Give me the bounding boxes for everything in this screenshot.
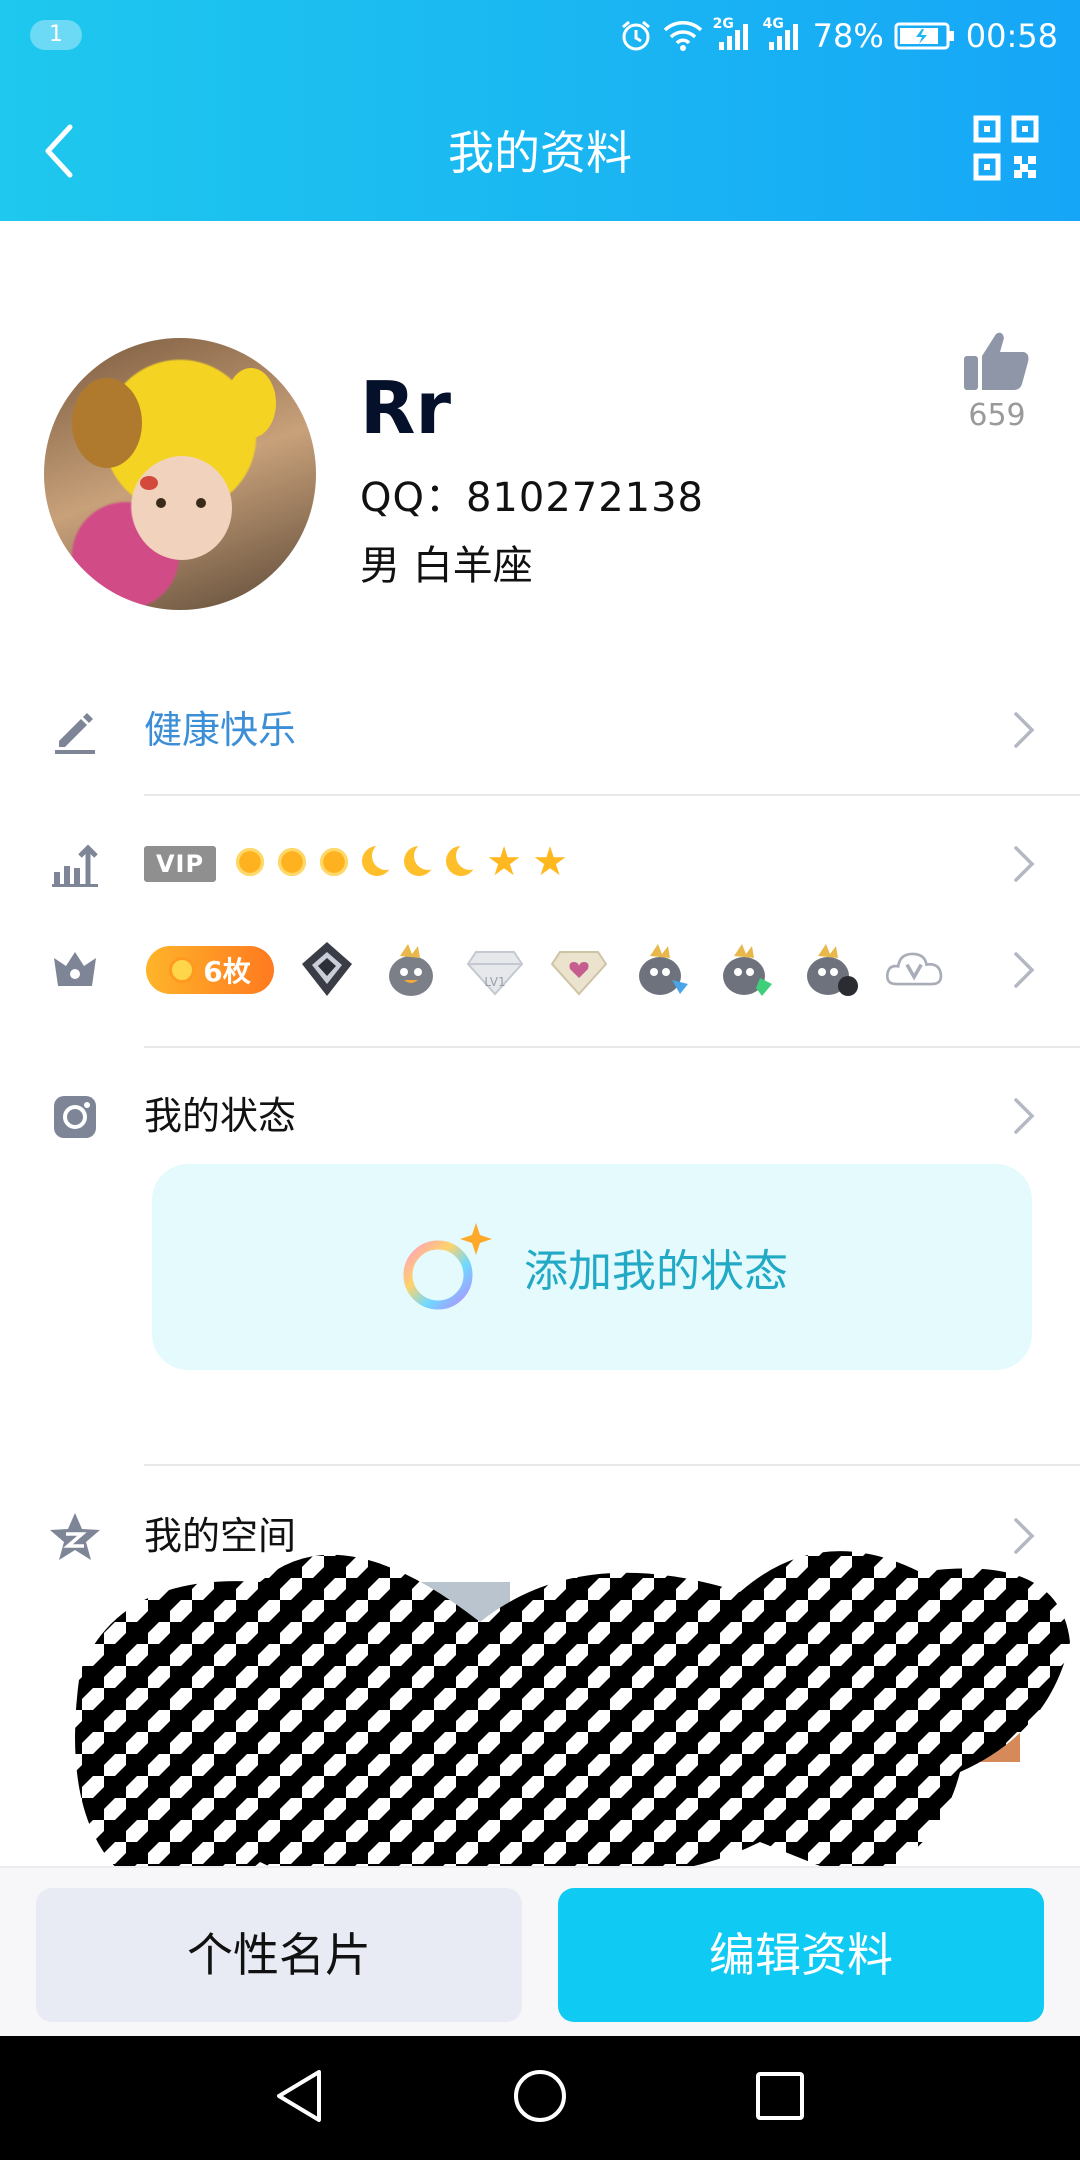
- avatar[interactable]: [44, 338, 316, 610]
- qq-level-row[interactable]: VIP ★ ★: [0, 824, 1080, 904]
- signature-row[interactable]: 健康快乐: [0, 680, 1080, 780]
- moon-level-icon: [442, 842, 484, 880]
- nav-home-button[interactable]: [510, 2066, 570, 2126]
- moon-level-icon: [400, 842, 442, 880]
- camera-icon: [48, 1090, 102, 1144]
- system-nav-bar: [0, 2036, 1080, 2160]
- nickname: Rr: [360, 366, 451, 450]
- qr-code-icon: [973, 115, 1039, 181]
- medal-count-badge: 6枚: [146, 946, 274, 994]
- medal-badges: LV1: [296, 938, 946, 1000]
- svg-text:LV1: LV1: [484, 975, 505, 989]
- gender-zodiac: 男 白羊座: [360, 543, 533, 589]
- medal-icon: [169, 957, 196, 983]
- square-recents-icon: [756, 2072, 804, 2120]
- app-header: 1 2G 4G 78% 00:58 我的资料: [0, 0, 1080, 221]
- cloud-v-badge-icon: [884, 938, 946, 1000]
- qq-number: QQ：810272138: [360, 475, 705, 521]
- sun-level-icon: [274, 844, 310, 880]
- nav-bar: 我的资料: [0, 80, 1080, 220]
- status-bar: 1 2G 4G 78% 00:58: [0, 0, 1080, 72]
- wifi-icon: [663, 20, 703, 52]
- vip-tag: VIP: [144, 846, 216, 882]
- triangle-back-icon: [277, 2070, 321, 2122]
- signal-2g-icon: 2G: [713, 16, 753, 52]
- notification-badge: 1: [30, 20, 82, 50]
- penguin-black-badge-icon: [800, 938, 862, 1000]
- heart-diamond-badge-icon: [548, 938, 610, 1000]
- level-icons: ★ ★: [232, 842, 570, 882]
- like-button[interactable]: 659: [952, 330, 1042, 436]
- pen-icon: [48, 704, 102, 758]
- chevron-right-icon: [1014, 712, 1035, 748]
- thumbs-up-icon: [964, 332, 1029, 390]
- bottom-action-bar: 个性名片 编辑资料: [0, 1866, 1080, 2038]
- chevron-right-icon: [1014, 1098, 1035, 1134]
- qr-code-button[interactable]: [972, 114, 1040, 182]
- signal-4g-icon: 4G: [763, 16, 803, 52]
- sun-level-icon: [232, 844, 268, 880]
- edit-profile-button[interactable]: 编辑资料: [558, 1888, 1044, 2022]
- add-status-label: 添加我的状态: [524, 1246, 788, 1297]
- page-title: 我的资料: [448, 126, 632, 180]
- sun-level-icon: [316, 844, 352, 880]
- penguin-badge-icon: [380, 938, 442, 1000]
- like-count: 659: [968, 398, 1026, 433]
- battery-icon: [894, 21, 956, 51]
- signature-text: 健康快乐: [144, 708, 297, 752]
- my-status-label: 我的状态: [144, 1094, 297, 1138]
- dark-diamond-badge-icon: [296, 938, 358, 1000]
- moon-level-icon: [358, 842, 400, 880]
- battery-percent: 78%: [812, 17, 884, 55]
- status-icons: 2G 4G 78% 00:58: [619, 16, 1058, 56]
- nav-recents-button[interactable]: [750, 2066, 810, 2126]
- nav-back-button[interactable]: [270, 2066, 330, 2126]
- add-status-icon: [403, 1223, 492, 1310]
- divider: [144, 1464, 1080, 1466]
- my-status-row[interactable]: 我的状态: [0, 1082, 1080, 1152]
- penguin-blue-badge-icon: [632, 938, 694, 1000]
- net-2g-label: 2G: [712, 16, 734, 32]
- medal-count-label: 6枚: [203, 955, 251, 988]
- divider: [144, 1046, 1080, 1048]
- profile-card-button[interactable]: 个性名片: [36, 1888, 522, 2022]
- alarm-icon: [619, 19, 653, 53]
- circle-home-icon: [514, 2070, 566, 2122]
- chevron-right-icon: [1014, 846, 1035, 882]
- star-level-icon: ★: [532, 839, 568, 885]
- penguin-green-badge-icon: [716, 938, 778, 1000]
- add-status-card[interactable]: 添加我的状态: [152, 1164, 1032, 1370]
- medals-row[interactable]: 6枚 LV1: [0, 930, 1080, 1010]
- level-up-icon: [48, 836, 102, 890]
- crown-icon: [48, 942, 102, 996]
- divider: [144, 794, 1080, 796]
- clock: 00:58: [965, 17, 1058, 55]
- lv1-diamond-badge-icon: LV1: [464, 938, 526, 1000]
- net-4g-label: 4G: [762, 16, 784, 32]
- star-level-icon: ★: [486, 839, 522, 885]
- chevron-right-icon: [1014, 952, 1035, 988]
